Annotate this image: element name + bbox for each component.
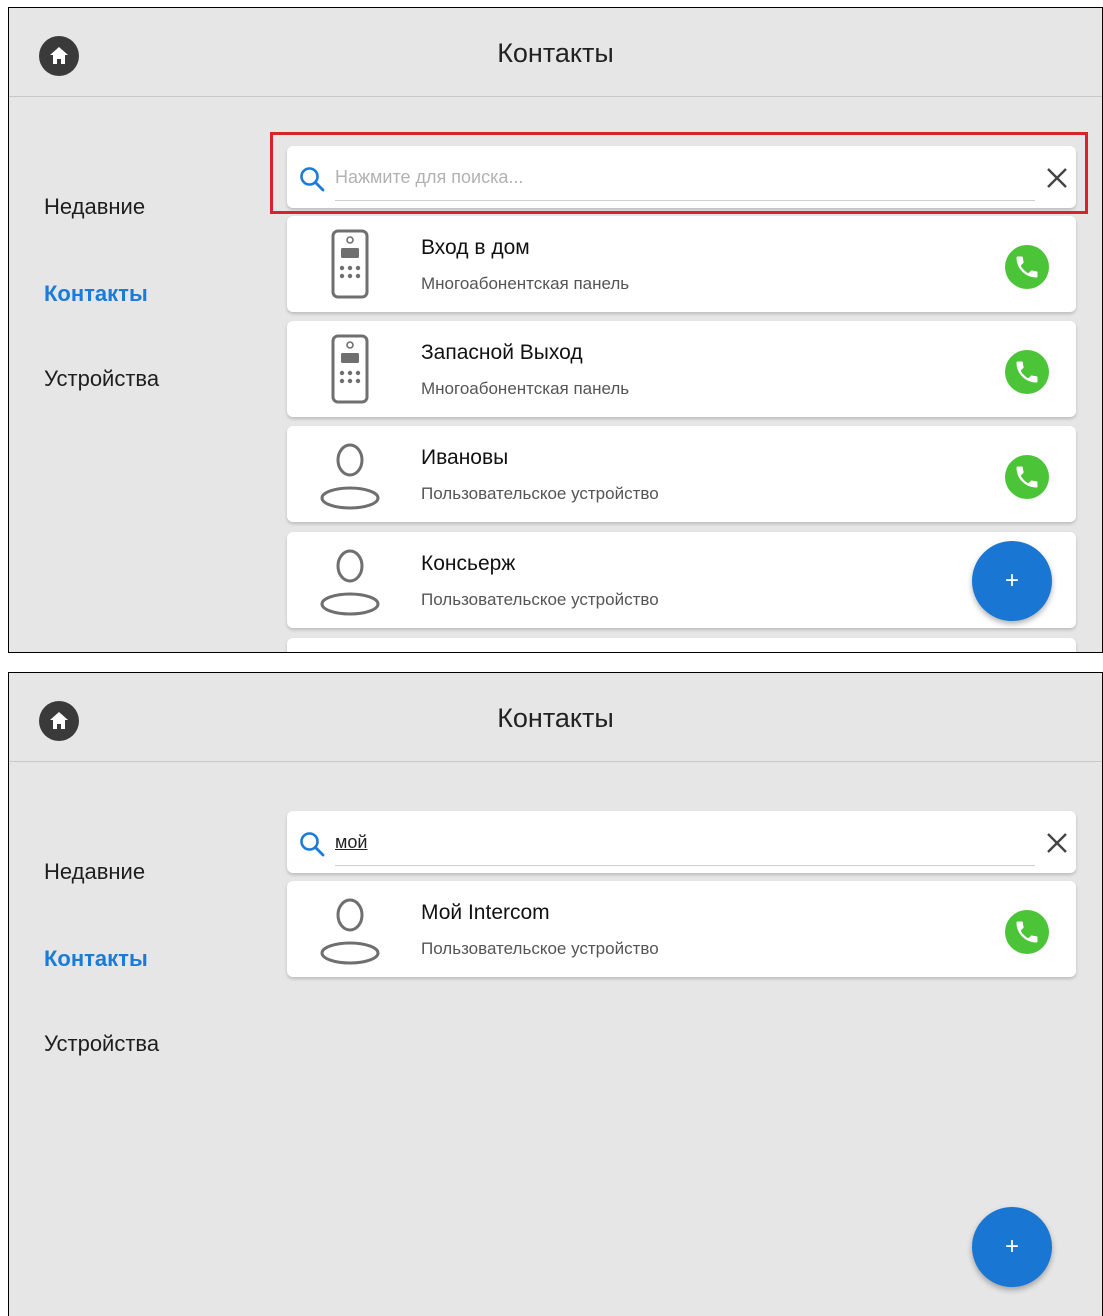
add-contact-button[interactable]: + [972, 1207, 1052, 1287]
contact-type: Пользовательское устройство [421, 939, 659, 958]
contact-name: Запасной Выход [421, 341, 583, 364]
contact-type: Многоабонентская панель [421, 274, 630, 293]
contact-name: Вход в дом [421, 236, 530, 259]
sidebar-item-devices[interactable]: Устройства [44, 1031, 159, 1057]
call-button[interactable] [1005, 350, 1049, 394]
contact-type: Пользовательское устройство [421, 484, 659, 503]
sidebar-item-recent[interactable]: Недавние [44, 194, 145, 220]
call-button[interactable] [1005, 245, 1049, 289]
person-icon [320, 898, 380, 965]
person-icon [320, 549, 380, 616]
top-bar: Контакты [9, 673, 1102, 762]
intercom-panel-icon [331, 229, 369, 299]
intercom-panel-icon [331, 334, 369, 404]
search-input[interactable] [335, 825, 1035, 859]
contact-card[interactable]: Ивановы Пользовательское устройство [287, 426, 1076, 522]
person-icon [320, 443, 380, 510]
page-title: Контакты [497, 38, 614, 68]
sidebar-item-contacts[interactable]: Контакты [44, 281, 148, 307]
add-contact-button[interactable]: + [972, 541, 1052, 621]
screen-1: Контакты Недавние Контакты Устройства Вх… [8, 7, 1103, 653]
phone-icon [1016, 921, 1038, 943]
search-underline [335, 865, 1035, 866]
sidebar-item-recent[interactable]: Недавние [44, 859, 145, 885]
contact-type: Пользовательское устройство [421, 590, 659, 609]
contact-name: Ивановы [421, 446, 509, 469]
search-highlight-frame [270, 132, 1088, 214]
contact-name: Мой Intercom [421, 901, 550, 924]
search-bar [287, 811, 1076, 873]
contact-card[interactable]: Консьерж Пользовательское устройство [287, 532, 1076, 628]
call-button[interactable] [1005, 455, 1049, 499]
search-icon [300, 832, 325, 857]
phone-icon [1016, 256, 1038, 278]
phone-icon [1016, 361, 1038, 383]
phone-icon [1016, 466, 1038, 488]
contact-card[interactable]: Запасной Выход Многоабонентская панель [287, 321, 1076, 417]
clear-search-icon[interactable] [1045, 831, 1069, 855]
sidebar-item-devices[interactable]: Устройства [44, 366, 159, 392]
contact-type: Многоабонентская панель [421, 379, 630, 398]
screen-2: Контакты Недавние Контакты Устройства Мо… [8, 672, 1103, 1316]
call-button[interactable] [1005, 910, 1049, 954]
top-bar: Контакты [9, 8, 1102, 97]
contact-card[interactable]: Мой Intercom Пользовательское устройство [287, 881, 1076, 977]
contact-card[interactable] [287, 638, 1076, 652]
sidebar-item-contacts[interactable]: Контакты [44, 946, 148, 972]
contact-card[interactable]: Вход в дом Многоабонентская панель [287, 216, 1076, 312]
contact-name: Консьерж [421, 552, 516, 575]
page-title: Контакты [497, 703, 614, 733]
